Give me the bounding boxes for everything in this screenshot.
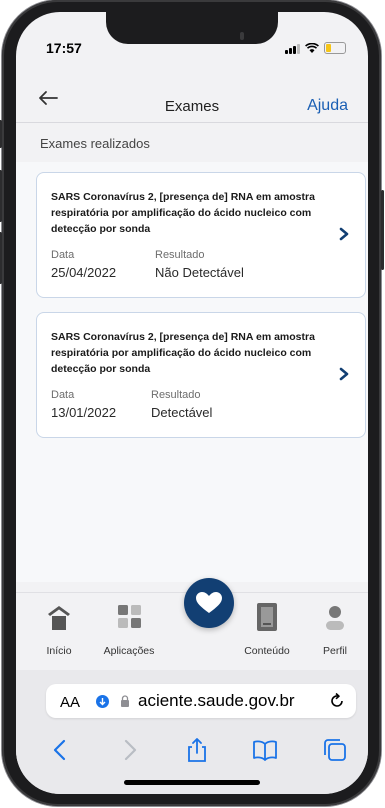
download-icon[interactable] <box>96 695 109 708</box>
exam-result: Detectável <box>151 405 213 420</box>
nav-item-conteudo[interactable]: Conteúdo <box>232 593 302 671</box>
section-label: Exames realizados <box>40 136 150 151</box>
date-label: Data <box>51 249 75 261</box>
user-icon <box>326 606 344 630</box>
browser-toolbar: AA aciente.saude.gov.br <box>16 670 368 794</box>
exam-card[interactable]: SARS Coronavírus 2, [presença de] RNA em… <box>36 172 366 298</box>
heart-icon <box>196 592 222 613</box>
screen: 17:57 Exames Ajuda Exames realizados SAR… <box>16 12 368 794</box>
nav-item-aplicacoes[interactable]: Aplicações <box>94 593 164 671</box>
tabs-icon[interactable] <box>322 738 348 762</box>
exam-date: 25/04/2022 <box>51 265 117 280</box>
volume-down-button <box>0 232 2 284</box>
share-icon[interactable] <box>184 738 210 762</box>
bookmarks-icon[interactable] <box>252 738 278 762</box>
help-link[interactable]: Ajuda <box>307 97 348 115</box>
nav-label: Início <box>46 645 72 657</box>
chevron-right-icon[interactable] <box>337 227 351 241</box>
nav-label: Perfil <box>323 645 347 657</box>
exam-date: 13/01/2022 <box>51 405 117 420</box>
forward-icon[interactable] <box>116 738 142 762</box>
header-divider <box>16 122 368 123</box>
exam-result: Não Detectável <box>155 265 244 280</box>
nav-label: Conteúdo <box>244 645 290 657</box>
reload-icon[interactable] <box>328 692 346 710</box>
aa-label: AA <box>60 694 81 711</box>
result-label: Resultado <box>151 389 201 401</box>
lock-icon <box>121 695 129 707</box>
phone-frame: 17:57 Exames Ajuda Exames realizados SAR… <box>0 0 384 806</box>
exam-card[interactable]: SARS Coronavírus 2, [presença de] RNA em… <box>36 312 366 438</box>
reader-settings-button[interactable]: AA <box>60 694 80 711</box>
result-label: Resultado <box>155 249 205 261</box>
date-label: Data <box>51 389 75 401</box>
mute-switch <box>0 120 2 148</box>
battery-icon <box>324 42 346 54</box>
notch <box>106 12 278 44</box>
chevron-right-icon[interactable] <box>337 367 351 381</box>
exam-title: SARS Coronavírus 2, [presença de] RNA em… <box>51 191 315 235</box>
app-header: Exames Ajuda <box>16 72 368 122</box>
home-indicator <box>124 780 260 785</box>
power-button <box>381 190 384 270</box>
status-icons <box>285 42 346 54</box>
camera-icon <box>240 32 244 40</box>
address-bar[interactable]: AA aciente.saude.gov.br <box>46 684 356 718</box>
wifi-icon <box>305 42 319 54</box>
apps-grid-icon <box>118 605 141 628</box>
nav-label: Aplicações <box>103 645 155 657</box>
nav-item-perfil[interactable]: Perfil <box>300 593 368 671</box>
favorites-fab-button[interactable] <box>184 578 234 628</box>
status-time: 17:57 <box>46 40 82 56</box>
nav-item-inicio[interactable]: Início <box>24 593 94 671</box>
url-text: aciente.saude.gov.br <box>138 691 295 710</box>
back-icon[interactable] <box>48 738 74 762</box>
book-icon <box>257 603 277 631</box>
exam-title: SARS Coronavírus 2, [presença de] RNA em… <box>51 331 315 375</box>
signal-icon <box>285 44 300 54</box>
home-icon <box>48 606 70 630</box>
volume-up-button <box>0 170 2 222</box>
